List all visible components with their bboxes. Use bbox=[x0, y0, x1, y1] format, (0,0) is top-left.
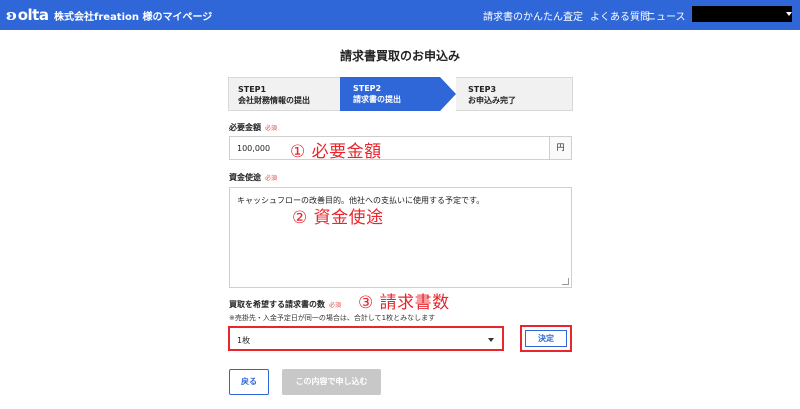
step-1: STEP1 会社財務情報の提出 bbox=[228, 77, 344, 111]
step-2-active: STEP2 請求書の提出 bbox=[340, 77, 440, 111]
step-indicator: STEP1 会社財務情報の提出 STEP2 請求書の提出 STEP3 お申込み完… bbox=[228, 77, 573, 111]
olta-logo[interactable]: ʚ olta bbox=[6, 6, 49, 24]
required-badge: 必須 bbox=[265, 175, 278, 182]
annotation-amount: ① 必要金額 bbox=[290, 142, 382, 162]
step-2-label: 請求書の提出 bbox=[353, 95, 401, 104]
annotation-usage: ② 資金使途 bbox=[292, 208, 384, 228]
required-badge: 必須 bbox=[329, 302, 342, 309]
invoice-count-note: ※売掛先・入金予定日が同一の場合は、合計して1枚とみなします bbox=[229, 314, 436, 322]
invoice-count-label: 買取を希望する請求書の数 必須 bbox=[229, 299, 341, 310]
required-badge: 必須 bbox=[265, 125, 278, 132]
step-2-arrow-shape bbox=[440, 77, 456, 111]
amount-input[interactable]: 100,000 円 bbox=[229, 136, 572, 160]
page-title: 請求書買取のお申込み bbox=[339, 49, 460, 63]
invoice-count-select[interactable]: 1枚 bbox=[228, 326, 504, 351]
logo-text: olta bbox=[17, 6, 49, 24]
step-3-number: STEP3 bbox=[468, 85, 497, 94]
nav-news[interactable]: ニュース bbox=[646, 8, 686, 23]
nav-invoice-assessment[interactable]: 請求書のかんたん査定 bbox=[483, 8, 583, 23]
invoice-count-label-text: 買取を希望する請求書の数 bbox=[229, 300, 325, 309]
step-2-number: STEP2 bbox=[353, 84, 382, 93]
annotation-invoice-count: ③ 請求書数 bbox=[358, 293, 450, 313]
amount-label-text: 必要金額 bbox=[229, 123, 261, 132]
step-3: STEP3 お申込み完了 bbox=[456, 77, 573, 111]
resize-handle-icon[interactable] bbox=[562, 278, 569, 285]
submit-button[interactable]: この内容で申し込む bbox=[282, 369, 381, 395]
usage-textarea[interactable]: キャッシュフローの改善目的。他社への支払いに使用する予定です。 bbox=[229, 187, 572, 288]
amount-unit: 円 bbox=[549, 137, 571, 159]
back-button[interactable]: 戻る bbox=[229, 369, 269, 395]
chevron-down-icon bbox=[488, 338, 494, 342]
invoice-count-selected: 1枚 bbox=[237, 336, 251, 345]
decide-button[interactable]: 決定 bbox=[520, 325, 572, 352]
logo-mark-icon: ʚ bbox=[6, 6, 17, 24]
amount-value: 100,000 bbox=[237, 144, 271, 153]
top-header: ʚ olta 株式会社freation 様のマイページ 請求書のかんたん査定 よ… bbox=[0, 0, 800, 30]
amount-label: 必要金額 必須 bbox=[229, 122, 277, 133]
user-menu-redacted[interactable] bbox=[692, 6, 792, 22]
step-3-label: お申込み完了 bbox=[468, 96, 516, 105]
chevron-down-icon[interactable] bbox=[786, 12, 792, 16]
company-mypage-title: 株式会社freation 様のマイページ bbox=[54, 12, 213, 23]
usage-label: 資金使途 必須 bbox=[229, 172, 277, 183]
nav-faq[interactable]: よくある質問 bbox=[590, 8, 650, 23]
usage-label-text: 資金使途 bbox=[229, 173, 261, 182]
decide-button-border bbox=[525, 330, 567, 347]
